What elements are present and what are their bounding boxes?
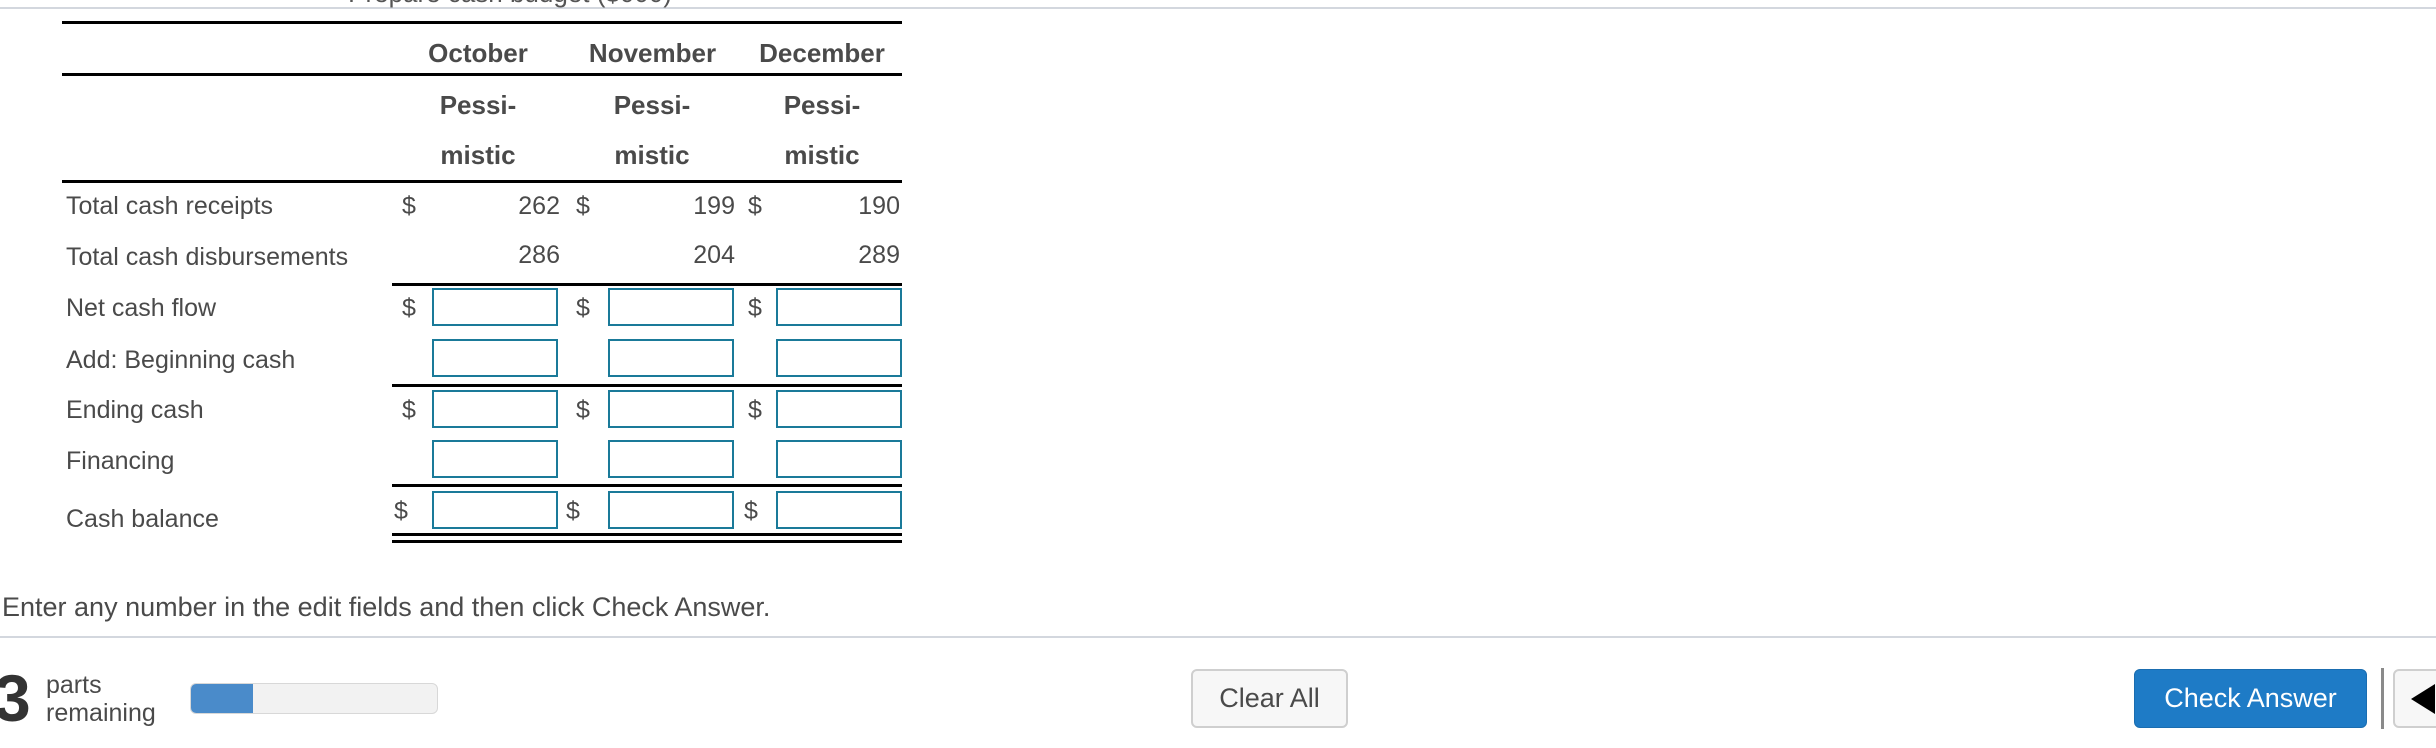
beginning-cash-december-input[interactable] [776, 339, 902, 377]
currency-symbol: $ [748, 192, 762, 220]
previous-button[interactable] [2393, 669, 2436, 728]
currency-symbol: $ [576, 294, 590, 322]
cash-balance-december-input[interactable] [776, 491, 902, 529]
check-answer-button[interactable]: Check Answer [2134, 669, 2367, 728]
subtotal-rule [392, 283, 902, 286]
scenario-header-november-1: Pessi- [613, 90, 691, 120]
month-header-december: December [759, 38, 885, 68]
currency-symbol: $ [402, 192, 416, 220]
value-november: 204 [693, 241, 735, 269]
progress-bar [190, 683, 438, 714]
month-header-october: October [428, 38, 528, 68]
currency-symbol: $ [576, 396, 590, 424]
currency-symbol: $ [748, 396, 762, 424]
parts-label-line1: parts [46, 671, 102, 699]
currency-symbol: $ [394, 497, 408, 525]
financing-november-input[interactable] [608, 440, 734, 478]
header-bottom-rule [62, 180, 902, 183]
progress-bar-fill [191, 684, 253, 713]
currency-symbol: $ [402, 294, 416, 322]
beginning-cash-october-input[interactable] [432, 339, 558, 377]
triangle-left-icon [2411, 684, 2435, 714]
financing-december-input[interactable] [776, 440, 902, 478]
subtotal-rule [392, 484, 902, 487]
instruction-text: Enter any number in the edit fields and … [2, 592, 771, 622]
row-label: Add: Beginning cash [66, 346, 296, 374]
value-october: 262 [518, 192, 560, 220]
currency-symbol: $ [744, 497, 758, 525]
parts-count: 3 [0, 661, 31, 735]
total-double-rule-bottom [392, 540, 902, 543]
footer-divider [0, 636, 2436, 638]
table-top-rule [62, 21, 902, 24]
scenario-header-october-2: mistic [440, 140, 516, 170]
ending-cash-october-input[interactable] [432, 390, 558, 428]
beginning-cash-november-input[interactable] [608, 339, 734, 377]
scenario-header-october-1: Pessi- [439, 90, 517, 120]
net-cash-flow-december-input[interactable] [776, 288, 902, 326]
month-header-rule [62, 73, 902, 76]
currency-symbol: $ [576, 192, 590, 220]
month-header-november: November [588, 38, 717, 68]
row-label: Total cash receipts [66, 192, 274, 220]
value-december: 190 [858, 192, 900, 220]
row-label: Cash balance [66, 505, 219, 533]
scenario-header-december-1: Pessi- [783, 90, 861, 120]
subtotal-rule [392, 384, 902, 387]
financing-october-input[interactable] [432, 440, 558, 478]
value-october: 286 [518, 241, 560, 269]
cash-balance-october-input[interactable] [432, 491, 558, 529]
row-label: Net cash flow [66, 294, 217, 322]
net-cash-flow-november-input[interactable] [608, 288, 734, 326]
currency-symbol: $ [748, 294, 762, 322]
cash-balance-november-input[interactable] [608, 491, 734, 529]
ending-cash-december-input[interactable] [776, 390, 902, 428]
parts-label-line2: remaining [46, 699, 156, 727]
clear-all-button[interactable]: Clear All [1191, 669, 1348, 728]
net-cash-flow-october-input[interactable] [432, 288, 558, 326]
ending-cash-november-input[interactable] [608, 390, 734, 428]
value-december: 289 [858, 241, 900, 269]
currency-symbol: $ [566, 497, 580, 525]
total-double-rule-top [392, 533, 902, 536]
parts-label: parts remaining [46, 671, 156, 727]
row-label: Financing [66, 447, 175, 475]
table-title-clipped: Prepare cash budget ($000) [300, 0, 720, 9]
button-divider [2381, 668, 2384, 729]
scenario-header-december-2: mistic [784, 140, 860, 170]
scenario-header-november-2: mistic [614, 140, 690, 170]
value-november: 199 [693, 192, 735, 220]
row-label: Ending cash [66, 396, 204, 424]
currency-symbol: $ [402, 396, 416, 424]
row-label: Total cash disbursements [66, 243, 349, 271]
